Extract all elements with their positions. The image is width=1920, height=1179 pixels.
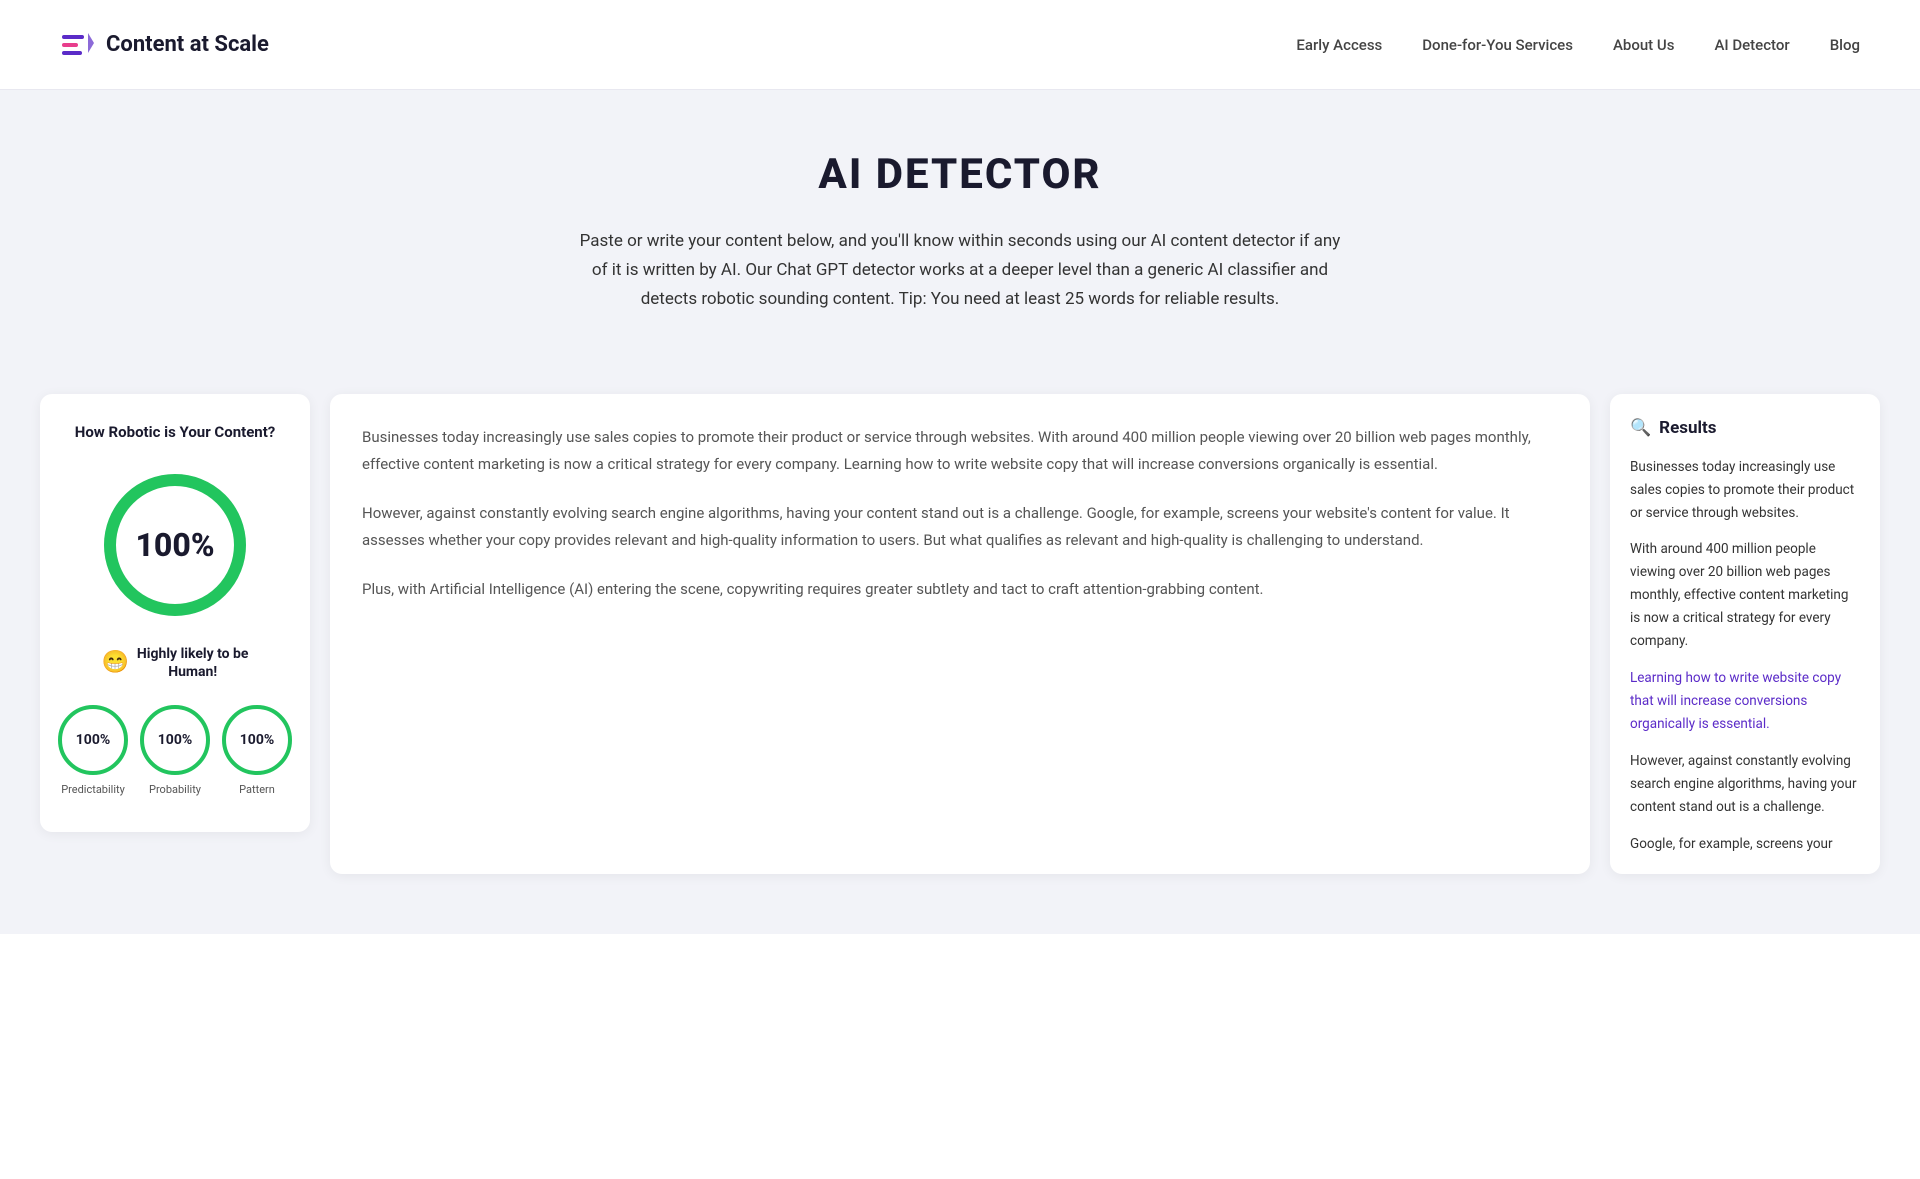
small-circles-row: 100% Predictability 100% Probability 100% Pat… (60, 705, 290, 796)
middle-paragraph: Plus, with Artificial Intelligence (AI) … (362, 576, 1558, 603)
result-paragraph: With around 400 million people viewing o… (1630, 538, 1860, 653)
results-header: 🔍 Results (1630, 418, 1860, 438)
right-panel: 🔍 Results Businesses today increasingly … (1610, 394, 1880, 874)
emoji-icon: 😁 (102, 650, 129, 675)
hero-description: Paste or write your content below, and y… (570, 227, 1350, 314)
left-panel: How Robotic is Your Content? 100% 😁 High… (40, 394, 310, 832)
main-nav: Early Access Done-for-You Services About… (1296, 36, 1860, 54)
progress-circle-container: 100% (95, 465, 255, 625)
logo-text: Content at Scale (106, 32, 269, 57)
logo-area: Content at Scale (60, 27, 269, 63)
small-circle-label: Probability (149, 783, 201, 796)
human-label: 😁 Highly likely to be Human! (60, 645, 290, 681)
results-title: Results (1659, 418, 1716, 438)
results-content: Businesses today increasingly use sales … (1630, 456, 1860, 856)
small-circle-label: Predictability (61, 783, 125, 796)
logo-icon (60, 27, 96, 63)
nav-blog[interactable]: Blog (1830, 36, 1860, 54)
middle-paragraph: Businesses today increasingly use sales … (362, 424, 1558, 478)
small-circle-item: 100% Predictability (58, 705, 128, 796)
header: Content at Scale Early Access Done-for-Y… (0, 0, 1920, 90)
nav-about-us[interactable]: About Us (1613, 36, 1675, 54)
left-panel-title: How Robotic is Your Content? (60, 422, 290, 443)
page-title: AI DETECTOR (20, 150, 1900, 199)
small-circle-item: 100% Pattern (222, 705, 292, 796)
nav-early-access[interactable]: Early Access (1296, 36, 1382, 54)
progress-percentage: 100% (135, 526, 214, 564)
search-icon: 🔍 (1630, 418, 1651, 438)
nav-done-for-you[interactable]: Done-for-You Services (1422, 36, 1573, 54)
small-circle-label: Pattern (239, 783, 275, 796)
result-paragraph: Businesses today increasingly use sales … (1630, 456, 1860, 525)
content-area: How Robotic is Your Content? 100% 😁 High… (0, 364, 1920, 934)
small-circle-value: 100% (58, 705, 128, 775)
human-text: Highly likely to be Human! (137, 645, 249, 681)
nav-ai-detector[interactable]: AI Detector (1714, 36, 1789, 54)
result-paragraph: However, against constantly evolving sea… (1630, 750, 1860, 819)
result-paragraph: Google, for example, screens your (1630, 833, 1860, 856)
small-circle-value: 100% (222, 705, 292, 775)
hero-section: AI DETECTOR Paste or write your content … (0, 90, 1920, 364)
middle-panel[interactable]: Businesses today increasingly use sales … (330, 394, 1590, 874)
result-paragraph: Learning how to write website copy that … (1630, 667, 1860, 736)
middle-paragraph: However, against constantly evolving sea… (362, 500, 1558, 554)
small-circle-value: 100% (140, 705, 210, 775)
small-circle-item: 100% Probability (140, 705, 210, 796)
